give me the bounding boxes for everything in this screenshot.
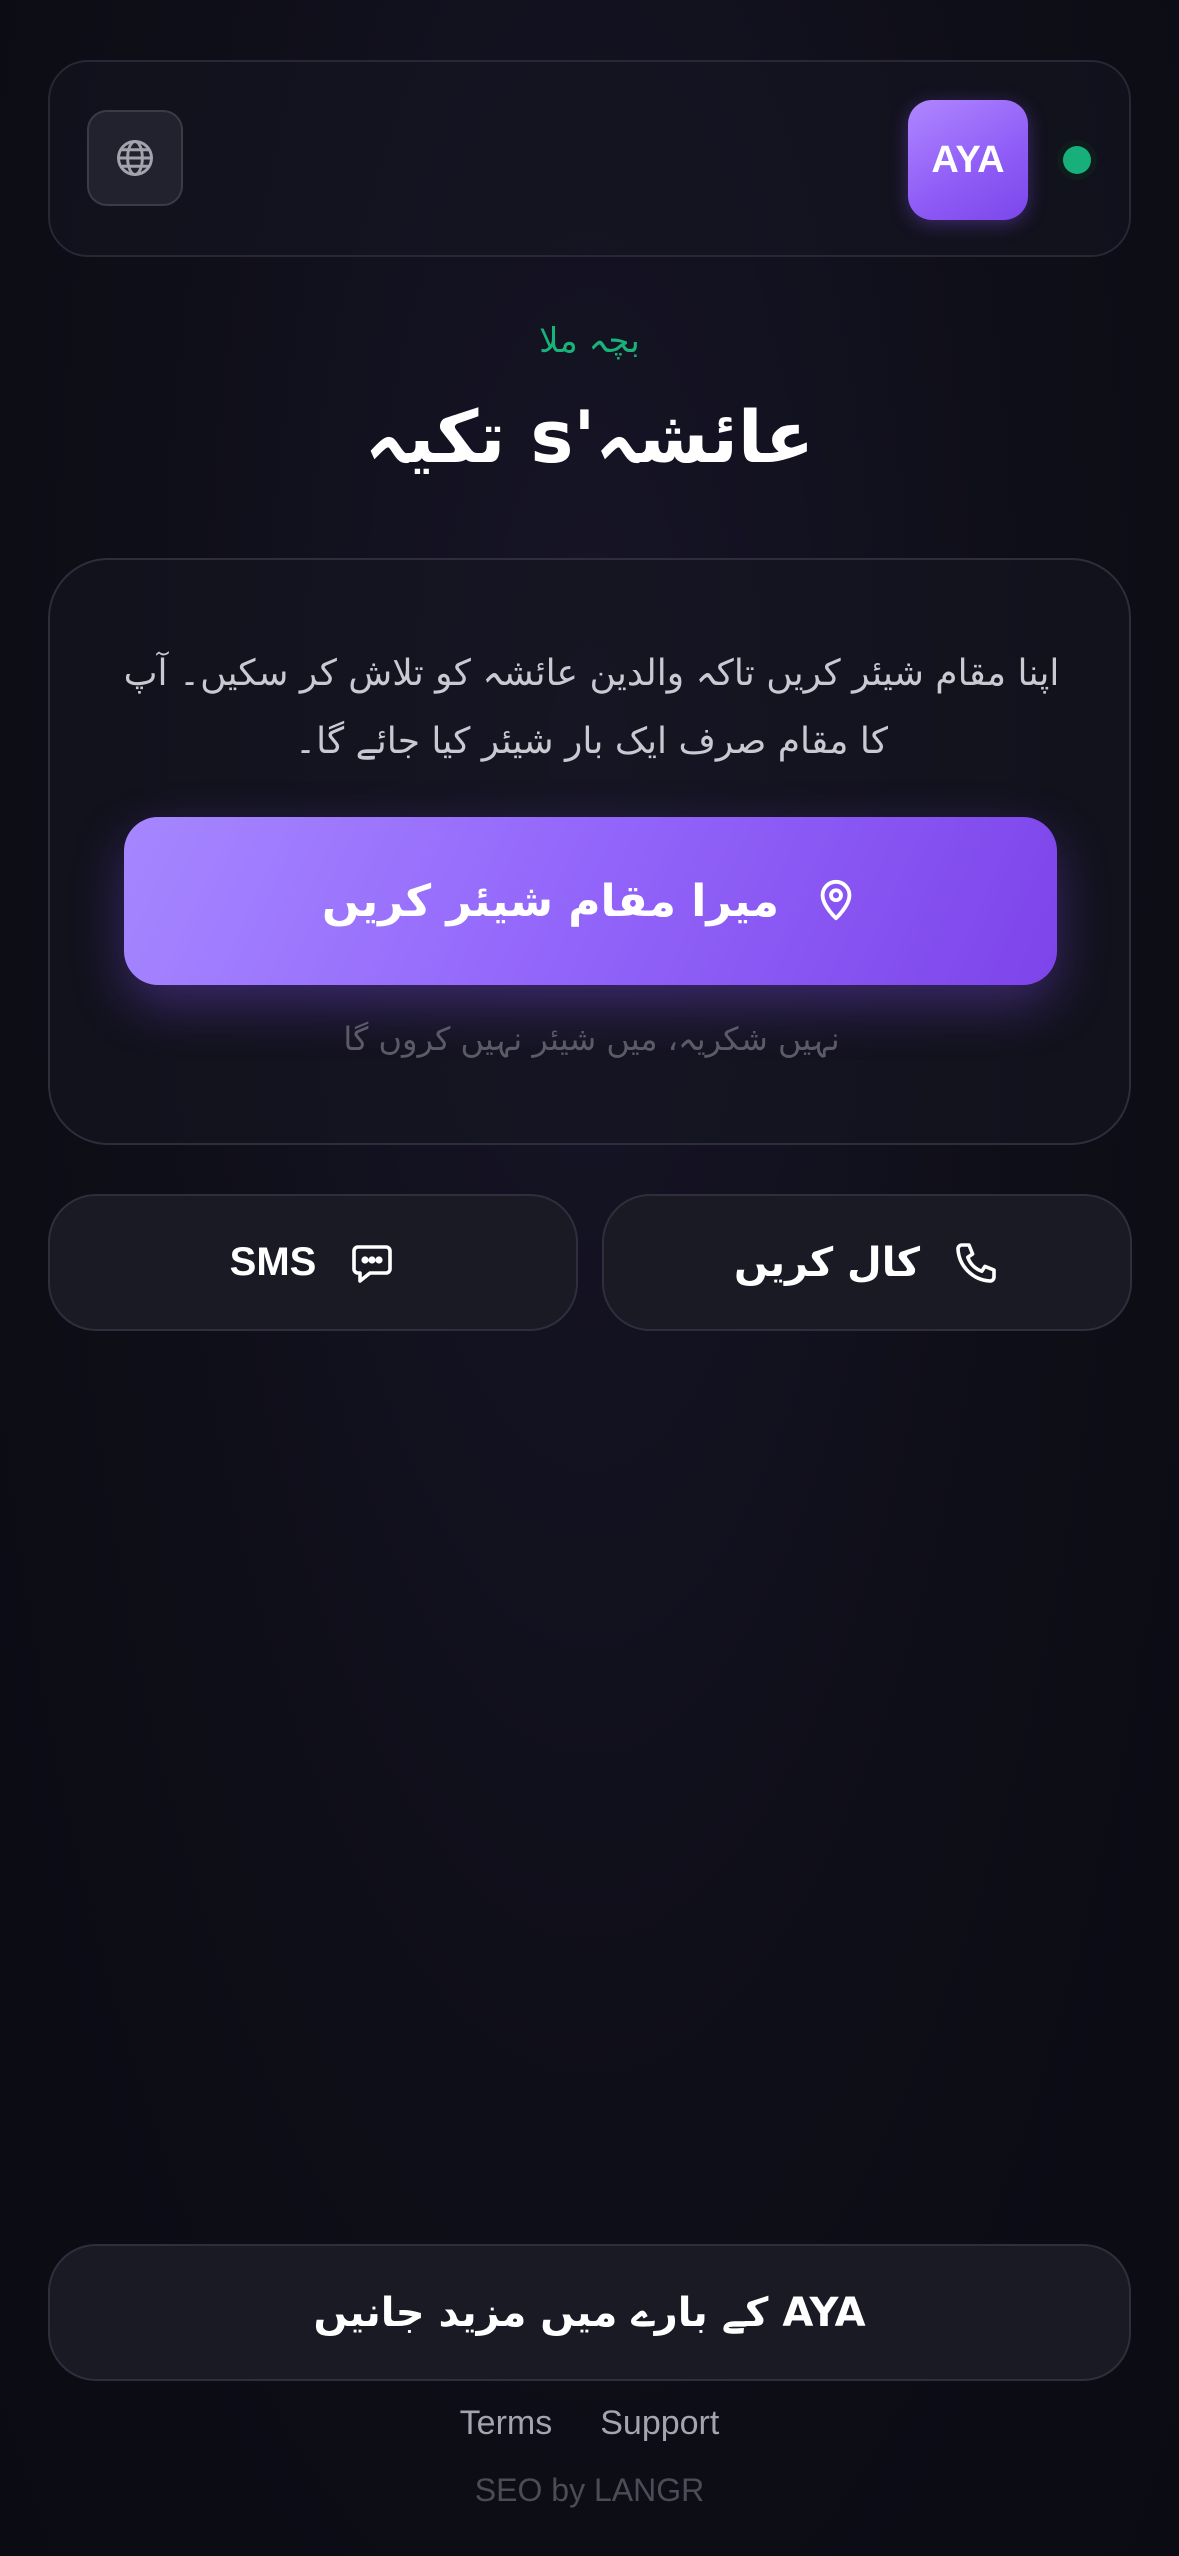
share-location-card: اپنا مقام شیئر کریں تاکہ والدین عائشہ کو…: [48, 558, 1131, 1145]
footer-links: Terms Support: [0, 2404, 1179, 2443]
location-pin-icon: [820, 879, 852, 921]
support-link[interactable]: Support: [600, 2404, 719, 2443]
status-indicator: [1057, 140, 1097, 180]
phone-icon: [956, 1242, 996, 1283]
sms-button[interactable]: SMS: [48, 1194, 578, 1331]
powered-by-text: SEO by LANGR: [474, 2472, 705, 2508]
learn-more-button[interactable]: AYA کے بارے میں مزید جانیں: [48, 2244, 1131, 2381]
chat-bubble-icon: [352, 1244, 393, 1283]
terms-link[interactable]: Terms: [460, 2404, 553, 2443]
call-label: کال کریں: [733, 1239, 921, 1286]
brand-logo: AYA: [908, 100, 1028, 220]
page-title: عائشہ's تکیہ: [364, 395, 815, 479]
sms-label: SMS: [229, 1240, 317, 1284]
top-bar: AYA: [48, 60, 1131, 257]
call-button[interactable]: کال کریں: [602, 1194, 1132, 1331]
decline-link[interactable]: نہیں شکریہ، میں شیئر نہیں کروں گا: [50, 1020, 1133, 1058]
share-location-button[interactable]: میرا مقام شیئر کریں: [124, 817, 1057, 985]
share-location-label: میرا مقام شیئر کریں: [322, 875, 779, 927]
card-description: اپنا مقام شیئر کریں تاکہ والدین عائشہ کو…: [123, 653, 1060, 762]
language-button[interactable]: [87, 110, 183, 206]
globe-icon: [117, 140, 153, 176]
page-kicker: بچہ ملا: [539, 321, 640, 361]
